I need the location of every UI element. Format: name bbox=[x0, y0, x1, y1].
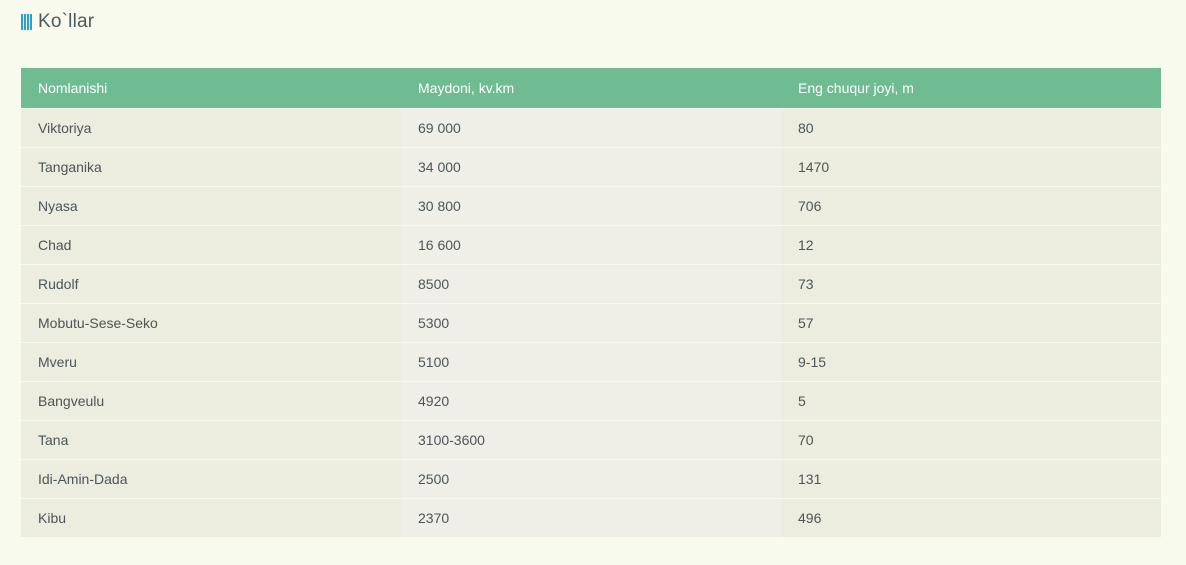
cell-max-depth: 80 bbox=[781, 108, 1161, 148]
column-header-depth: Eng chuqur joyi, m bbox=[781, 68, 1161, 109]
table-row: Bangveulu 4920 5 bbox=[21, 381, 1161, 421]
cell-area: 16 600 bbox=[401, 225, 781, 265]
cell-area: 8500 bbox=[401, 264, 781, 304]
cell-lake-name: Tanganika bbox=[21, 147, 401, 187]
cell-lake-name: Chad bbox=[21, 225, 401, 265]
cell-lake-name: Kibu bbox=[21, 498, 401, 537]
cell-lake-name: Idi-Amin-Dada bbox=[21, 459, 401, 499]
cell-max-depth: 9-15 bbox=[781, 342, 1161, 382]
cell-area: 2370 bbox=[401, 498, 781, 537]
cell-area: 34 000 bbox=[401, 147, 781, 187]
cell-lake-name: Viktoriya bbox=[21, 108, 401, 148]
table-row: Tanganika 34 000 1470 bbox=[21, 147, 1161, 187]
cell-lake-name: Mobutu-Sese-Seko bbox=[21, 303, 401, 343]
column-header-area: Maydoni, kv.km bbox=[401, 68, 781, 109]
table-row: Mveru 5100 9-15 bbox=[21, 342, 1161, 382]
table-row: Kibu 2370 496 bbox=[21, 498, 1161, 537]
cell-area: 69 000 bbox=[401, 108, 781, 148]
table-row: Mobutu-Sese-Seko 5300 57 bbox=[21, 303, 1161, 343]
cell-area: 2500 bbox=[401, 459, 781, 499]
page-title: Ko`llar bbox=[38, 11, 95, 32]
table-row: Idi-Amin-Dada 2500 131 bbox=[21, 459, 1161, 499]
cell-max-depth: 70 bbox=[781, 420, 1161, 460]
cell-max-depth: 5 bbox=[781, 381, 1161, 421]
cell-max-depth: 131 bbox=[781, 459, 1161, 499]
cell-lake-name: Nyasa bbox=[21, 186, 401, 226]
cell-max-depth: 1470 bbox=[781, 147, 1161, 187]
table-row: Chad 16 600 12 bbox=[21, 225, 1161, 265]
table-row: Nyasa 30 800 706 bbox=[21, 186, 1161, 226]
cell-max-depth: 706 bbox=[781, 186, 1161, 226]
cell-lake-name: Rudolf bbox=[21, 264, 401, 304]
cell-max-depth: 73 bbox=[781, 264, 1161, 304]
table-body: Viktoriya 69 000 80 Tanganika 34 000 1470 Nyas… bbox=[21, 108, 1161, 537]
cell-area: 5100 bbox=[401, 342, 781, 382]
cell-lake-name: Bangveulu bbox=[21, 381, 401, 421]
column-header-name: Nomlanishi bbox=[21, 68, 401, 109]
cell-max-depth: 496 bbox=[781, 498, 1161, 537]
table-row: Viktoriya 69 000 80 bbox=[21, 108, 1161, 148]
cell-area: 4920 bbox=[401, 381, 781, 421]
table-row: Tana 3100-3600 70 bbox=[21, 420, 1161, 460]
cell-area: 30 800 bbox=[401, 186, 781, 226]
header-row: Nomlanishi Maydoni, kv.km Eng chuqur joy… bbox=[21, 68, 1161, 109]
cell-lake-name: Mveru bbox=[21, 342, 401, 382]
lakes-table: Nomlanishi Maydoni, kv.km Eng chuqur joy… bbox=[21, 68, 1161, 537]
table-row: Rudolf 8500 73 bbox=[21, 264, 1161, 304]
cell-max-depth: 57 bbox=[781, 303, 1161, 343]
bars-icon bbox=[21, 14, 32, 30]
table-header: Nomlanishi Maydoni, kv.km Eng chuqur joy… bbox=[21, 68, 1161, 109]
lakes-table-container: Nomlanishi Maydoni, kv.km Eng chuqur joy… bbox=[21, 68, 1161, 537]
cell-max-depth: 12 bbox=[781, 225, 1161, 265]
cell-area: 5300 bbox=[401, 303, 781, 343]
page-header: Ko`llar bbox=[21, 10, 94, 34]
cell-lake-name: Tana bbox=[21, 420, 401, 460]
cell-area: 3100-3600 bbox=[401, 420, 781, 460]
